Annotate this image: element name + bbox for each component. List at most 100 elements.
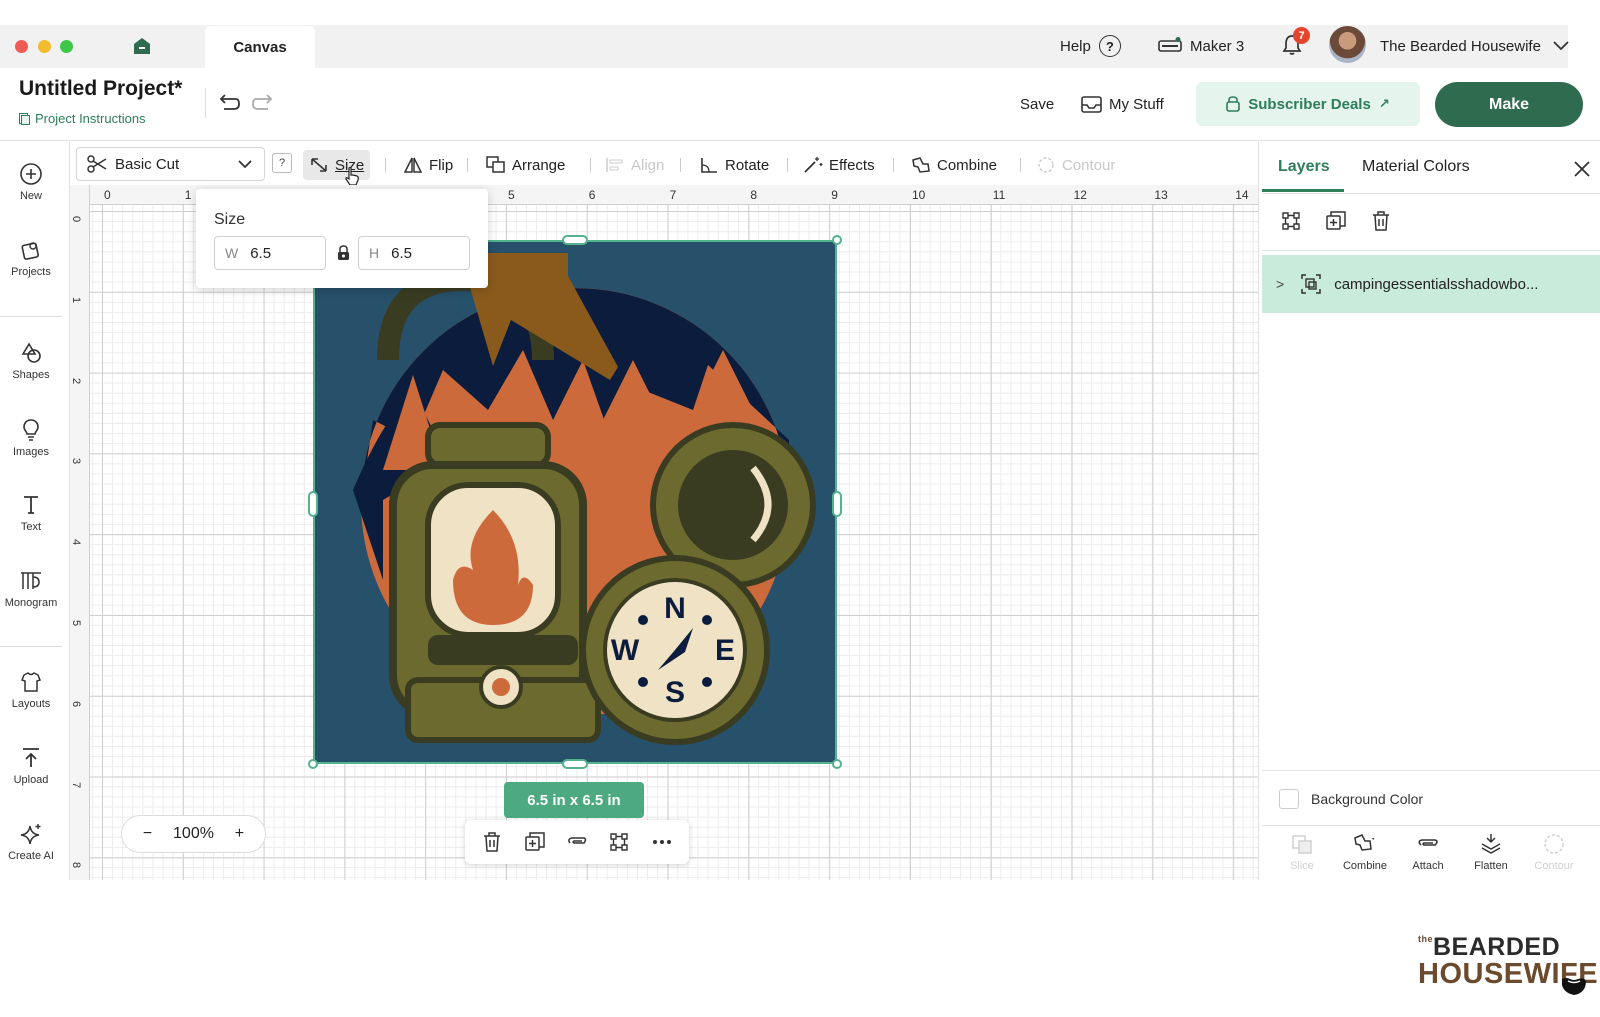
chevron-right-icon[interactable]: > (1276, 276, 1284, 292)
chevron-down-icon (238, 159, 252, 168)
rail-create-ai[interactable]: Create AI (0, 822, 62, 862)
panel-tools-separator (1262, 825, 1600, 826)
resize-handle-bottom-left[interactable] (308, 759, 318, 769)
undo-icon[interactable] (216, 92, 240, 112)
tab-layers[interactable]: Layers (1278, 158, 1330, 176)
group-icon[interactable] (1280, 210, 1302, 232)
ruler-top-tick-label: 8 (750, 188, 758, 202)
duplicate-icon[interactable] (1325, 210, 1347, 232)
make-button[interactable]: Make (1435, 82, 1583, 127)
question-circle-icon: ? (1098, 35, 1121, 57)
ungroup-icon[interactable] (608, 831, 630, 853)
lock-icon[interactable] (337, 245, 350, 261)
effects-label: Effects (829, 156, 875, 174)
rail-monogram-label: Monogram (4, 597, 58, 609)
layouts-icon (21, 672, 41, 692)
resize-handle-right[interactable] (832, 491, 842, 517)
rail-upload[interactable]: Upload (0, 746, 62, 786)
ruler-left-tick-label: 6 (70, 700, 83, 707)
zoom-level: 100% (173, 825, 214, 842)
project-instructions-link[interactable]: Project Instructions (19, 111, 146, 126)
account-menu[interactable]: The Bearded Housewife (1380, 28, 1569, 64)
document-icon (19, 112, 30, 125)
sparkle-icon (20, 824, 41, 845)
size-popover: Size W 6.5 H 6.5 (196, 189, 488, 288)
layer-item[interactable]: > campingessentialsshadowbo... (1262, 255, 1600, 313)
arrange-tool[interactable]: Arrange (480, 150, 571, 180)
tab-canvas[interactable]: Canvas (205, 26, 315, 68)
close-icon[interactable] (1573, 160, 1591, 178)
trash-icon[interactable] (1370, 210, 1392, 232)
size-tool[interactable]: Size (303, 150, 371, 180)
rail-new[interactable]: New (0, 162, 62, 202)
subscriber-deals-button[interactable]: Subscriber Deals ↗ (1196, 82, 1420, 126)
combine-panel-label: Combine (1342, 860, 1388, 872)
height-label: H (369, 245, 380, 261)
rail-separator (0, 316, 62, 317)
ruler-left-tick-label: 2 (70, 377, 83, 384)
rail-images[interactable]: Images (0, 418, 62, 458)
combine-tool[interactable]: Combine (905, 150, 1003, 180)
save-button[interactable]: Save (1020, 96, 1054, 113)
height-value: 6.5 (391, 244, 412, 262)
width-value: 6.5 (250, 244, 272, 262)
projects-icon (21, 242, 39, 260)
flatten-tool[interactable]: Flatten (1459, 832, 1523, 872)
attach-tool[interactable]: Attach (1396, 832, 1460, 872)
rail-text[interactable]: Text (0, 493, 62, 533)
flip-tool[interactable]: Flip (397, 150, 459, 180)
rotate-tool[interactable]: Rotate (693, 150, 775, 180)
resize-handle-top-right[interactable] (832, 235, 842, 245)
subscriber-deals-label: Subscriber Deals (1248, 95, 1371, 113)
rail-new-label: New (19, 190, 42, 202)
machine-selector[interactable]: Maker 3 (1158, 28, 1244, 64)
minimize-window-button[interactable] (38, 40, 51, 53)
background-color-toggle[interactable]: Background Color (1279, 789, 1423, 809)
contour-panel-tool[interactable]: Contour (1522, 832, 1586, 872)
ruler-top-tick-label: 0 (104, 188, 111, 202)
contour-tool[interactable]: Contour (1030, 150, 1121, 180)
contour-icon (1038, 157, 1054, 173)
zoom-out-button[interactable]: − (143, 825, 152, 843)
slice-tool[interactable]: Slice (1270, 832, 1334, 872)
trash-icon[interactable] (481, 831, 503, 853)
rail-monogram[interactable]: Monogram (0, 569, 62, 609)
attach-icon[interactable] (566, 831, 588, 853)
align-tool[interactable]: Align (599, 150, 670, 180)
close-window-button[interactable] (15, 40, 28, 53)
flip-icon (403, 157, 423, 173)
resize-handle-left[interactable] (308, 491, 318, 517)
operation-help-icon[interactable]: ? (272, 153, 292, 173)
rail-projects[interactable]: Projects (0, 238, 62, 278)
duplicate-icon[interactable] (524, 831, 546, 853)
resize-handle-bottom[interactable] (562, 759, 588, 769)
effects-tool[interactable]: Effects (797, 150, 881, 180)
resize-handle-top[interactable] (562, 235, 588, 245)
dimension-label: 6.5 in x 6.5 in (504, 782, 644, 818)
avatar[interactable] (1329, 26, 1366, 63)
help-button[interactable]: Help ? (1060, 28, 1121, 64)
operation-select[interactable]: Basic Cut (76, 147, 265, 181)
my-stuff-button[interactable]: My Stuff (1081, 96, 1164, 113)
zoom-in-button[interactable]: + (235, 825, 244, 843)
toolbar-separator (680, 158, 681, 172)
maximize-window-button[interactable] (60, 40, 73, 53)
chevron-down-icon (1553, 41, 1569, 51)
rail-layouts[interactable]: Layouts (0, 670, 62, 710)
tab-material-colors[interactable]: Material Colors (1362, 158, 1470, 176)
align-icon (606, 158, 623, 172)
machine-icon (1158, 37, 1182, 52)
rail-shapes[interactable]: Shapes (0, 341, 62, 381)
resize-handle-bottom-right[interactable] (832, 759, 842, 769)
toolbar-separator (893, 158, 894, 172)
more-options-icon[interactable] (651, 831, 673, 853)
width-field[interactable]: W 6.5 (214, 236, 326, 270)
combine-panel-tool[interactable]: Combine (1333, 832, 1397, 872)
upload-icon (23, 748, 39, 767)
ruler-left-tick-label: 3 (70, 458, 83, 465)
redo-icon[interactable] (252, 92, 276, 112)
project-title[interactable]: Untitled Project* (19, 77, 182, 101)
home-icon[interactable] (132, 36, 152, 56)
height-field[interactable]: H 6.5 (358, 236, 470, 270)
background-color-checkbox[interactable] (1279, 789, 1299, 809)
